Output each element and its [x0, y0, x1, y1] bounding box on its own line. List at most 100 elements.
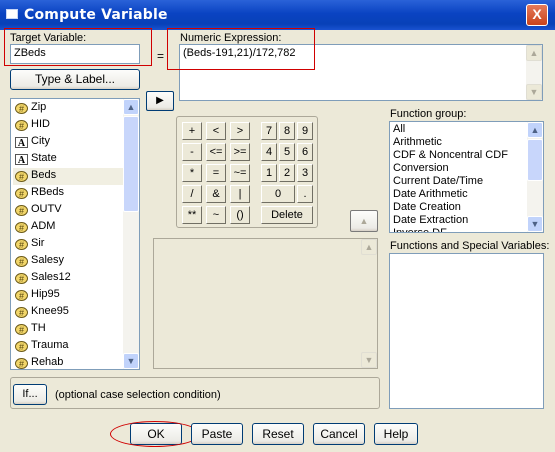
variable-item[interactable]: A City — [13, 134, 123, 151]
operator-key[interactable]: = — [206, 164, 226, 182]
scroll-down-icon[interactable]: ▼ — [123, 353, 139, 369]
reset-button[interactable]: Reset — [252, 423, 304, 445]
function-group-label: Function group: — [390, 108, 467, 120]
variable-name: TH — [31, 322, 46, 334]
variable-item[interactable]: # HID — [13, 117, 123, 134]
function-group-item[interactable]: Inverse DF — [393, 227, 447, 232]
function-group-item[interactable]: Date Extraction — [393, 214, 468, 227]
function-group-item[interactable]: All — [393, 123, 405, 136]
digit-key[interactable]: 2 — [279, 164, 295, 182]
type-and-label-button[interactable]: Type & Label... — [10, 69, 140, 90]
operator-key[interactable]: ** — [182, 206, 202, 224]
function-group-scrollbar[interactable]: ▲ ▼ — [527, 122, 543, 232]
operator-key[interactable]: + — [182, 122, 202, 140]
expression-highlight — [167, 28, 315, 70]
digit-key[interactable]: 4 — [261, 143, 277, 161]
variable-item[interactable]: # OUTV — [13, 202, 123, 219]
variable-item[interactable]: # RBeds — [13, 185, 123, 202]
variable-name: HID — [31, 118, 50, 130]
expression-scroll-up-icon[interactable]: ▲ — [526, 45, 542, 61]
variable-item[interactable]: A State — [13, 151, 123, 168]
nominal-icon: A — [15, 154, 28, 166]
expression-scrollbar[interactable]: ▲ ▼ — [526, 45, 542, 100]
operator-key[interactable]: * — [182, 164, 202, 182]
operator-key[interactable]: <= — [206, 143, 226, 161]
operator-key[interactable]: & — [206, 185, 226, 203]
operator-key[interactable]: > — [230, 122, 250, 140]
scale-icon: # — [15, 256, 28, 267]
variable-item[interactable]: # Hip95 — [13, 287, 123, 304]
scale-icon: # — [15, 120, 28, 131]
variable-item[interactable]: # Zip — [13, 100, 123, 117]
variable-item[interactable]: # Salesy — [13, 253, 123, 270]
title-bar[interactable]: Compute Variable X — [0, 0, 555, 30]
scale-icon: # — [15, 205, 28, 216]
digit-key-zero[interactable]: 0 — [261, 185, 295, 203]
function-group-item[interactable]: CDF & Noncentral CDF — [393, 149, 508, 162]
digit-key[interactable]: 1 — [261, 164, 277, 182]
description-scroll-up-icon[interactable]: ▲ — [361, 239, 377, 255]
function-group-item[interactable]: Current Date/Time — [393, 175, 483, 188]
variable-item[interactable]: # Sir — [13, 236, 123, 253]
variable-item[interactable]: # Sales12 — [13, 270, 123, 287]
digit-key[interactable]: 5 — [279, 143, 295, 161]
function-group-item[interactable]: Date Creation — [393, 201, 461, 214]
variable-item[interactable]: # Beds — [13, 168, 123, 185]
operator-key[interactable]: - — [182, 143, 202, 161]
digit-key[interactable]: 7 — [261, 122, 277, 140]
variable-name: Sir — [31, 237, 45, 249]
variable-list-scrollbar[interactable]: ▲ ▼ — [123, 99, 139, 369]
variable-name: City — [31, 135, 50, 147]
variable-item[interactable]: # ADM — [13, 219, 123, 236]
decimal-key[interactable]: . — [297, 185, 313, 203]
description-scroll-down-icon[interactable]: ▼ — [361, 352, 377, 368]
operator-key[interactable]: | — [230, 185, 250, 203]
fg-scroll-thumb[interactable] — [527, 139, 543, 181]
digit-key[interactable]: 6 — [297, 143, 313, 161]
variable-name: OUTV — [31, 203, 62, 215]
variable-item[interactable]: # Knee95 — [13, 304, 123, 321]
if-button[interactable]: If... — [13, 384, 47, 405]
description-scrollbar[interactable]: ▲ ▼ — [361, 239, 377, 368]
operator-key[interactable]: >= — [230, 143, 250, 161]
fg-scroll-up-icon[interactable]: ▲ — [527, 122, 543, 138]
variable-item[interactable]: # Trauma — [13, 338, 123, 355]
variable-item[interactable]: # TH — [13, 321, 123, 338]
scroll-up-icon[interactable]: ▲ — [123, 99, 139, 115]
function-group-list[interactable]: All Arithmetic CDF & Noncentral CDF Convers… — [389, 121, 544, 233]
window-icon — [6, 9, 18, 19]
variable-list[interactable]: # Zip # HID A City A State # Beds # RBeds # OUTV # ADM #… — [10, 98, 140, 370]
function-group-item[interactable]: Arithmetic — [393, 136, 442, 149]
scale-icon: # — [15, 341, 28, 352]
paste-button[interactable]: Paste — [191, 423, 243, 445]
fg-scroll-down-icon[interactable]: ▼ — [527, 216, 543, 232]
digit-key[interactable]: 9 — [297, 122, 313, 140]
functions-label: Functions and Special Variables: — [390, 240, 550, 252]
digit-key[interactable]: 3 — [297, 164, 313, 182]
variable-item[interactable]: # Rehab — [13, 355, 123, 369]
variable-name: Hip95 — [31, 288, 60, 300]
operator-key[interactable]: / — [182, 185, 202, 203]
operator-key[interactable]: ~ — [206, 206, 226, 224]
operator-key[interactable]: () — [230, 206, 250, 224]
delete-key[interactable]: Delete — [261, 206, 313, 224]
move-function-up-button[interactable]: ▲ — [350, 210, 378, 232]
scale-icon: # — [15, 222, 28, 233]
expression-scroll-down-icon[interactable]: ▼ — [526, 84, 542, 100]
functions-list[interactable] — [389, 253, 544, 409]
move-to-expression-button[interactable]: ▶ — [146, 91, 174, 111]
scroll-thumb[interactable] — [123, 116, 139, 212]
variable-name: Knee95 — [31, 305, 69, 317]
function-group-item[interactable]: Date Arithmetic — [393, 188, 468, 201]
function-group-item[interactable]: Conversion — [393, 162, 449, 175]
target-highlight — [4, 28, 152, 66]
cancel-button[interactable]: Cancel — [313, 423, 365, 445]
help-button[interactable]: Help — [374, 423, 418, 445]
operator-key[interactable]: < — [206, 122, 226, 140]
calculator-keypad: + < > - <= >= * = ~= / & | ** ~() 7 8 9 4 5 6 1 2 3 0. Delete — [179, 119, 316, 226]
close-button[interactable]: X — [526, 4, 548, 26]
equals-sign: = — [157, 49, 165, 63]
operator-key[interactable]: ~= — [230, 164, 250, 182]
variable-name: Rehab — [31, 356, 64, 368]
digit-key[interactable]: 8 — [279, 122, 295, 140]
